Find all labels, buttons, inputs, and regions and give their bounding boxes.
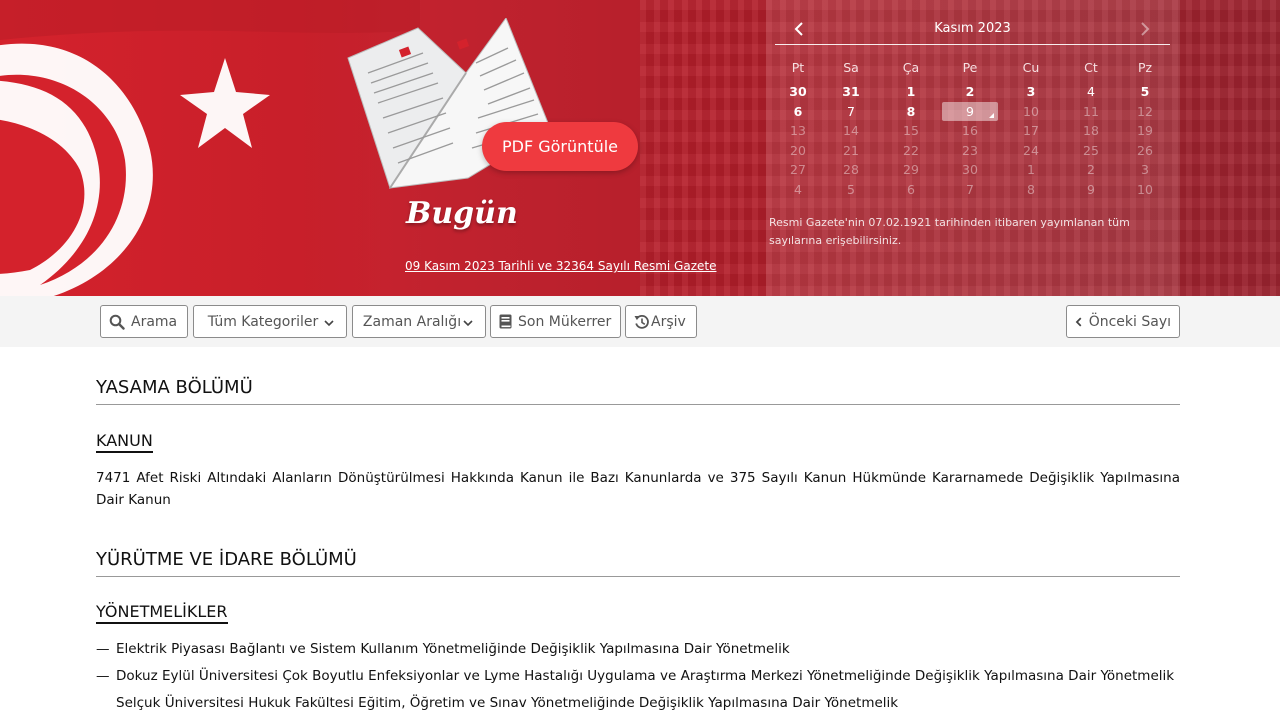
calendar-day: 23	[962, 142, 978, 158]
archive-label: Arşiv	[651, 313, 686, 330]
calendar-day: 14	[843, 123, 859, 139]
filter-toolbar: Arama Tüm Kategoriler Zaman Aralığı Son …	[0, 296, 1280, 347]
calendar-day[interactable]: 4	[1063, 82, 1119, 101]
calendar-day: 4	[794, 181, 802, 197]
list-dash: —	[96, 668, 110, 684]
calendar-day[interactable]: 3	[1003, 82, 1059, 101]
calendar-week-row: 30 31 1 2 3 4 5	[766, 82, 1180, 102]
calendar-week-row: 13 14 15 16 17 18 19	[766, 121, 1180, 141]
weekday-label: Pt	[791, 60, 805, 75]
calendar-day: 27	[790, 162, 806, 178]
calendar-day: 1	[1027, 162, 1035, 178]
calendar-month-title[interactable]: Kasım 2023	[775, 21, 1170, 36]
chevron-left-icon	[1075, 317, 1082, 326]
calendar-day: 25	[1083, 142, 1099, 158]
calendar-day: 26	[1137, 142, 1153, 158]
calendar-day: 24	[1023, 142, 1039, 158]
calendar-day: 13	[790, 123, 806, 139]
executive-section-title: YÜRÜTME VE İDARE BÖLÜMÜ	[96, 549, 1180, 577]
calendar-archive-note: Resmi Gazete'nin 07.02.1921 tarihinden i…	[769, 216, 1130, 247]
calendar-day: 11	[1083, 103, 1099, 119]
law-heading: KANUN	[96, 431, 153, 453]
calendar-day: 21	[843, 142, 859, 158]
category-select[interactable]: Tüm Kategoriler	[193, 305, 347, 338]
calendar-day[interactable]: 5	[1117, 82, 1173, 101]
calendar-day: 29	[903, 162, 919, 178]
weekday-label: Pe	[962, 60, 978, 75]
regulation-item-link[interactable]: Selçuk Üniversitesi Hukuk Fakültesi Eğit…	[96, 693, 898, 713]
search-button-label: Arama	[131, 313, 178, 330]
previous-issue-button[interactable]: Önceki Sayı	[1066, 305, 1180, 338]
calendar-day: 7	[966, 181, 974, 197]
weekday-label: Ça	[902, 60, 920, 75]
pdf-view-button[interactable]: PDF Görüntüle	[482, 122, 638, 171]
regulation-item-link[interactable]: — Elektrik Piyasası Bağlantı ve Sistem Ku…	[96, 639, 790, 659]
calendar-day: 30	[962, 162, 978, 178]
time-range-select[interactable]: Zaman Aralığı	[352, 305, 486, 338]
calendar-day: 18	[1083, 123, 1099, 139]
calendar-day: 28	[843, 162, 859, 178]
history-icon	[634, 314, 649, 329]
chevron-down-icon	[324, 320, 334, 327]
calendar-day: 15	[903, 123, 919, 139]
law-item-link[interactable]: 7471 Afet Riski Altındaki Alanların Dönü…	[96, 467, 1180, 511]
weekday-label: Cu	[1022, 60, 1040, 75]
calendar-day: 22	[903, 142, 919, 158]
calendar-day[interactable]: 8	[883, 102, 939, 121]
search-icon	[109, 314, 125, 330]
calendar-next-month-button[interactable]	[1133, 18, 1157, 40]
calendar-day: 19	[1137, 123, 1153, 139]
calendar-day: 5	[847, 181, 855, 197]
regulation-item-link[interactable]: — Dokuz Eylül Üniversitesi Çok Boyutlu En…	[96, 666, 1174, 686]
calendar-week-row: 6 7 8 9 10 11 12	[766, 101, 1180, 122]
time-range-select-value: Zaman Aralığı	[362, 313, 462, 330]
weekday-label: Sa	[843, 60, 859, 75]
last-repeated-label: Son Mükerrer	[518, 313, 612, 330]
calendar-day[interactable]: 7	[823, 102, 879, 121]
calendar-day-selected[interactable]: 9	[942, 101, 998, 121]
calendar-day[interactable]: 1	[883, 82, 939, 101]
calendar-day: 9	[1087, 181, 1095, 197]
calendar-day: 10	[1137, 181, 1153, 197]
regulation-item-label: Elektrik Piyasası Bağlantı ve Sistem Kul…	[116, 641, 790, 657]
calendar-day: 20	[790, 142, 806, 158]
calendar-week-row: 4 5 6 7 8 9 10	[766, 180, 1180, 200]
regulations-heading: YÖNETMELİKLER	[96, 602, 228, 624]
calendar-day[interactable]: 30	[770, 82, 826, 101]
calendar-day[interactable]: 2	[942, 82, 998, 101]
calendar-day: 6	[907, 181, 915, 197]
calendar-day: 17	[1023, 123, 1039, 139]
previous-issue-label: Önceki Sayı	[1088, 313, 1171, 330]
calendar-day: 10	[1023, 103, 1039, 119]
calendar-week-row: 27 28 29 30 1 2 3	[766, 160, 1180, 180]
book-icon	[499, 314, 512, 329]
calendar-day[interactable]: 31	[823, 82, 879, 101]
regulation-item-label: Dokuz Eylül Üniversitesi Çok Boyutlu Enf…	[116, 668, 1175, 684]
last-repeated-button[interactable]: Son Mükerrer	[490, 305, 621, 338]
calendar-weekday-row: Pt Sa Ça Pe Cu Ct Pz	[766, 58, 1180, 82]
regulation-item-label: Selçuk Üniversitesi Hukuk Fakültesi Eğit…	[116, 695, 899, 711]
calendar-day: 12	[1137, 103, 1153, 119]
legislation-section-title: YASAMA BÖLÜMÜ	[96, 377, 1180, 405]
today-gazette-link[interactable]: 09 Kasım 2023 Tarihli ve 32364 Sayılı Re…	[405, 259, 716, 273]
archive-button[interactable]: Arşiv	[625, 305, 697, 338]
today-label: Bugün	[406, 196, 518, 231]
calendar-day[interactable]: 6	[770, 102, 826, 121]
category-select-value: Tüm Kategoriler	[207, 313, 319, 330]
calendar-day: 3	[1141, 162, 1149, 178]
calendar-week-row: 20 21 22 23 24 25 26	[766, 141, 1180, 161]
chevron-right-icon	[1141, 22, 1150, 36]
search-button[interactable]: Arama	[100, 305, 188, 338]
weekday-label: Ct	[1084, 60, 1098, 75]
hero-banner: PDF Görüntüle Bugün 09 Kasım 2023 Tarihl…	[0, 0, 1280, 296]
calendar-day: 8	[1027, 181, 1035, 197]
calendar-grid: Pt Sa Ça Pe Cu Ct Pz 30 31 1 2 3 4 5 6 7…	[766, 58, 1180, 200]
calendar-header: Kasım 2023	[775, 16, 1170, 45]
weekday-label: Pz	[1137, 60, 1153, 75]
list-dash: —	[96, 641, 110, 657]
chevron-down-icon	[463, 320, 473, 327]
calendar-day: 16	[962, 123, 978, 139]
calendar-widget: Kasım 2023 Pt Sa Ça Pe Cu Ct Pz 30 31 1 …	[766, 0, 1180, 296]
calendar-day: 2	[1087, 162, 1095, 178]
